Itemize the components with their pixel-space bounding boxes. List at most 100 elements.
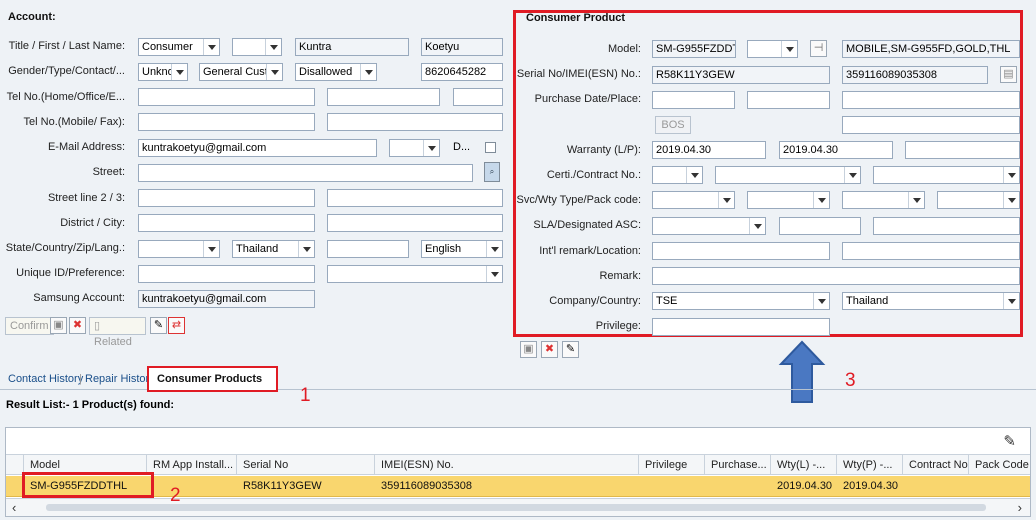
- model-field[interactable]: SM-G955FZDDTHL: [652, 40, 736, 58]
- pack-code-select[interactable]: [842, 191, 925, 209]
- col-pack-code[interactable]: Pack Code: [969, 455, 1030, 475]
- type-select[interactable]: General Custo: [199, 63, 283, 81]
- preference-select[interactable]: [327, 265, 503, 283]
- purchase-place2-field[interactable]: [842, 116, 1020, 134]
- tab-consumer-products[interactable]: Consumer Products: [157, 373, 262, 385]
- col-wty-l[interactable]: Wty(L) -...: [771, 455, 837, 475]
- unique-id-field[interactable]: [138, 265, 315, 283]
- warranty-p-field[interactable]: 2019.04.30: [779, 141, 893, 159]
- svc-type-select[interactable]: [652, 191, 735, 209]
- purchase-date-field[interactable]: [652, 91, 735, 109]
- state-select[interactable]: [138, 240, 220, 258]
- tab-contact-history[interactable]: Contact History: [8, 373, 83, 385]
- gender-select[interactable]: Unknow: [138, 63, 188, 81]
- col-rm-app[interactable]: RM App Install...: [147, 455, 237, 475]
- zip-field[interactable]: [327, 240, 409, 258]
- tel-ext-field[interactable]: [453, 88, 503, 106]
- location-field[interactable]: [842, 242, 1020, 260]
- scroll-right-icon[interactable]: ›: [1018, 500, 1022, 515]
- pencil-icon[interactable]: ✎: [1003, 432, 1016, 450]
- horizontal-scrollbar[interactable]: ‹ ›: [6, 498, 1030, 516]
- col-privilege[interactable]: Privilege: [639, 455, 705, 475]
- remark-field[interactable]: [652, 267, 1020, 285]
- cell-contract: [903, 476, 969, 496]
- email-field[interactable]: kuntrakoetyu@gmail.com: [138, 139, 377, 157]
- col-purchase[interactable]: Purchase...: [705, 455, 771, 475]
- tel-home-field[interactable]: [138, 88, 315, 106]
- scroll-left-icon[interactable]: ‹: [12, 500, 16, 515]
- contact-number-field[interactable]: 8620645282: [421, 63, 503, 81]
- confirm-button[interactable]: Confirm: [5, 317, 54, 335]
- contract-select[interactable]: [715, 166, 861, 184]
- product-delete-icon[interactable]: ✖: [541, 341, 558, 358]
- reset-icon[interactable]: ⇄: [168, 317, 185, 334]
- serial-field[interactable]: R58K11Y3GEW: [652, 66, 830, 84]
- product-save-icon[interactable]: ▣: [520, 341, 537, 358]
- street2-field[interactable]: [138, 189, 315, 207]
- up-arrow-annotation: [778, 340, 826, 403]
- first-name-field[interactable]: Kuntra: [295, 38, 409, 56]
- purchase-label: Purchase Date/Place:: [534, 93, 641, 105]
- chevron-down-icon: [266, 64, 282, 80]
- email-checkbox[interactable]: [485, 142, 496, 153]
- model-select[interactable]: [747, 40, 798, 58]
- imei-field[interactable]: 359116089035308: [842, 66, 988, 84]
- privilege-field[interactable]: [652, 318, 830, 336]
- title2-select[interactable]: [232, 38, 282, 56]
- company-select[interactable]: TSE: [652, 292, 830, 310]
- table-row[interactable]: SM-G955FZDDTHL R58K11Y3GEW 3591160890353…: [6, 476, 1030, 497]
- related-button[interactable]: ▯ Related: [89, 317, 146, 348]
- wty-type-select[interactable]: [747, 191, 830, 209]
- contract2-select[interactable]: [873, 166, 1020, 184]
- tab-repair-history[interactable]: Repair History: [85, 373, 155, 385]
- tel-office-field[interactable]: [327, 88, 440, 106]
- imei-copy-icon[interactable]: ▤: [1000, 66, 1017, 83]
- col-contract[interactable]: Contract No: [903, 455, 969, 475]
- asc-field[interactable]: [779, 217, 861, 235]
- purchase-place-field[interactable]: [842, 91, 1020, 109]
- title-select[interactable]: Consumer: [138, 38, 220, 56]
- district-field[interactable]: [138, 214, 315, 232]
- intl-remark-field[interactable]: [652, 242, 830, 260]
- tel-fax-field[interactable]: [327, 113, 503, 131]
- account-title: Account:: [8, 11, 56, 23]
- country-select[interactable]: Thailand: [232, 240, 315, 258]
- last-name-field[interactable]: Koetyu: [421, 38, 503, 56]
- tel-mobile-field[interactable]: [138, 113, 315, 131]
- col-imei[interactable]: IMEI(ESN) No.: [375, 455, 639, 475]
- bos-button[interactable]: BOS: [655, 116, 691, 134]
- street-field[interactable]: [138, 164, 473, 182]
- cell-privilege: [639, 476, 705, 496]
- model-description-field[interactable]: MOBILE,SM-G955FD,GOLD,THL: [842, 40, 1020, 58]
- product-country-select[interactable]: Thailand: [842, 292, 1020, 310]
- city-field[interactable]: [327, 214, 503, 232]
- edit-icon[interactable]: ✎: [150, 317, 167, 334]
- sla-select[interactable]: [652, 217, 766, 235]
- cell-pack-code: [969, 476, 1030, 496]
- delete-icon[interactable]: ✖: [69, 317, 86, 334]
- certi-select[interactable]: [652, 166, 703, 184]
- chevron-down-icon: [360, 64, 376, 80]
- samsung-account-field[interactable]: kuntrakoetyu@gmail.com: [138, 290, 315, 308]
- warranty-l-field[interactable]: 2019.04.30: [652, 141, 766, 159]
- contact-select[interactable]: Disallowed: [295, 63, 377, 81]
- street23-label: Street line 2 / 3:: [47, 192, 125, 204]
- warranty-extra-field[interactable]: [905, 141, 1020, 159]
- street-label: Street:: [92, 166, 125, 178]
- pack-code2-select[interactable]: [937, 191, 1020, 209]
- chevron-down-icon: [1003, 167, 1019, 183]
- save-icon[interactable]: ▣: [50, 317, 67, 334]
- purchase-date2-field[interactable]: [747, 91, 830, 109]
- serial-label: Serial No/IMEI(ESN) No.:: [516, 68, 641, 80]
- cell-wty-p: 2019.04.30: [843, 480, 899, 492]
- asc-name-field[interactable]: [873, 217, 1020, 235]
- street3-field[interactable]: [327, 189, 503, 207]
- product-edit-icon[interactable]: ✎: [562, 341, 579, 358]
- language-select[interactable]: English: [421, 240, 503, 258]
- email-type-select[interactable]: [389, 139, 440, 157]
- scrollbar-thumb[interactable]: [46, 504, 986, 511]
- col-wty-p[interactable]: Wty(P) -...: [837, 455, 903, 475]
- col-serial[interactable]: Serial No: [237, 455, 375, 475]
- model-search-icon[interactable]: ⊣: [810, 40, 827, 57]
- zip-search-icon[interactable]: ⌕: [484, 162, 500, 182]
